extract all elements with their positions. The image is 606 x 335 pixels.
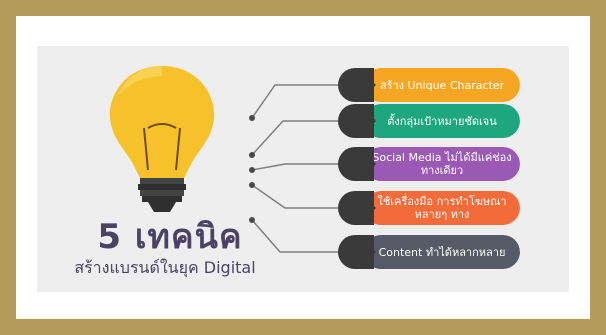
title-main: 5 เทคนิค bbox=[97, 217, 243, 257]
item-3-pill: Social Media ไม่ได้มีแค่ช่องทางเดียว bbox=[338, 147, 520, 181]
item-1-label: สร้าง Unique Character bbox=[379, 78, 505, 92]
item-4-label: ใช้เครื่องมือ การทำโฆษณาหลายๆ ทาง bbox=[377, 195, 507, 221]
item-1-notch bbox=[368, 77, 376, 93]
item-5-band: Content ทำได้หลากหลาย bbox=[364, 235, 520, 269]
item-4-notch bbox=[368, 200, 376, 216]
item-1-pill: สร้าง Unique Character bbox=[338, 68, 520, 102]
item-4-pill: ใช้เครื่องมือ การทำโฆษณาหลายๆ ทาง bbox=[338, 191, 520, 225]
lightbulb-icon bbox=[109, 66, 215, 212]
item-3-notch bbox=[368, 156, 376, 172]
item-3-label: Social Media ไม่ได้มีแค่ช่องทางเดียว bbox=[372, 151, 512, 177]
connector-dots bbox=[249, 115, 255, 223]
item-4-band: ใช้เครื่องมือ การทำโฆษณาหลายๆ ทาง bbox=[364, 191, 520, 225]
item-5-pill: Content ทำได้หลากหลาย bbox=[338, 235, 520, 269]
item-2-label: ตั้งกลุ่มเป้าหมายชัดเจน bbox=[387, 114, 497, 128]
item-5-label: Content ทำได้หลากหลาย bbox=[378, 245, 506, 259]
item-1-band: สร้าง Unique Character bbox=[364, 68, 520, 102]
item-2-pill: ตั้งกลุ่มเป้าหมายชัดเจน bbox=[338, 104, 520, 138]
item-2-notch bbox=[368, 113, 376, 129]
item-3-band: Social Media ไม่ได้มีแค่ช่องทางเดียว bbox=[364, 147, 520, 181]
connector-lines bbox=[251, 84, 338, 253]
title-subtitle: สร้างแบรนด์ในยุค Digital bbox=[74, 258, 256, 277]
item-5-notch bbox=[368, 244, 376, 260]
item-2-band: ตั้งกลุ่มเป้าหมายชัดเจน bbox=[364, 104, 520, 138]
